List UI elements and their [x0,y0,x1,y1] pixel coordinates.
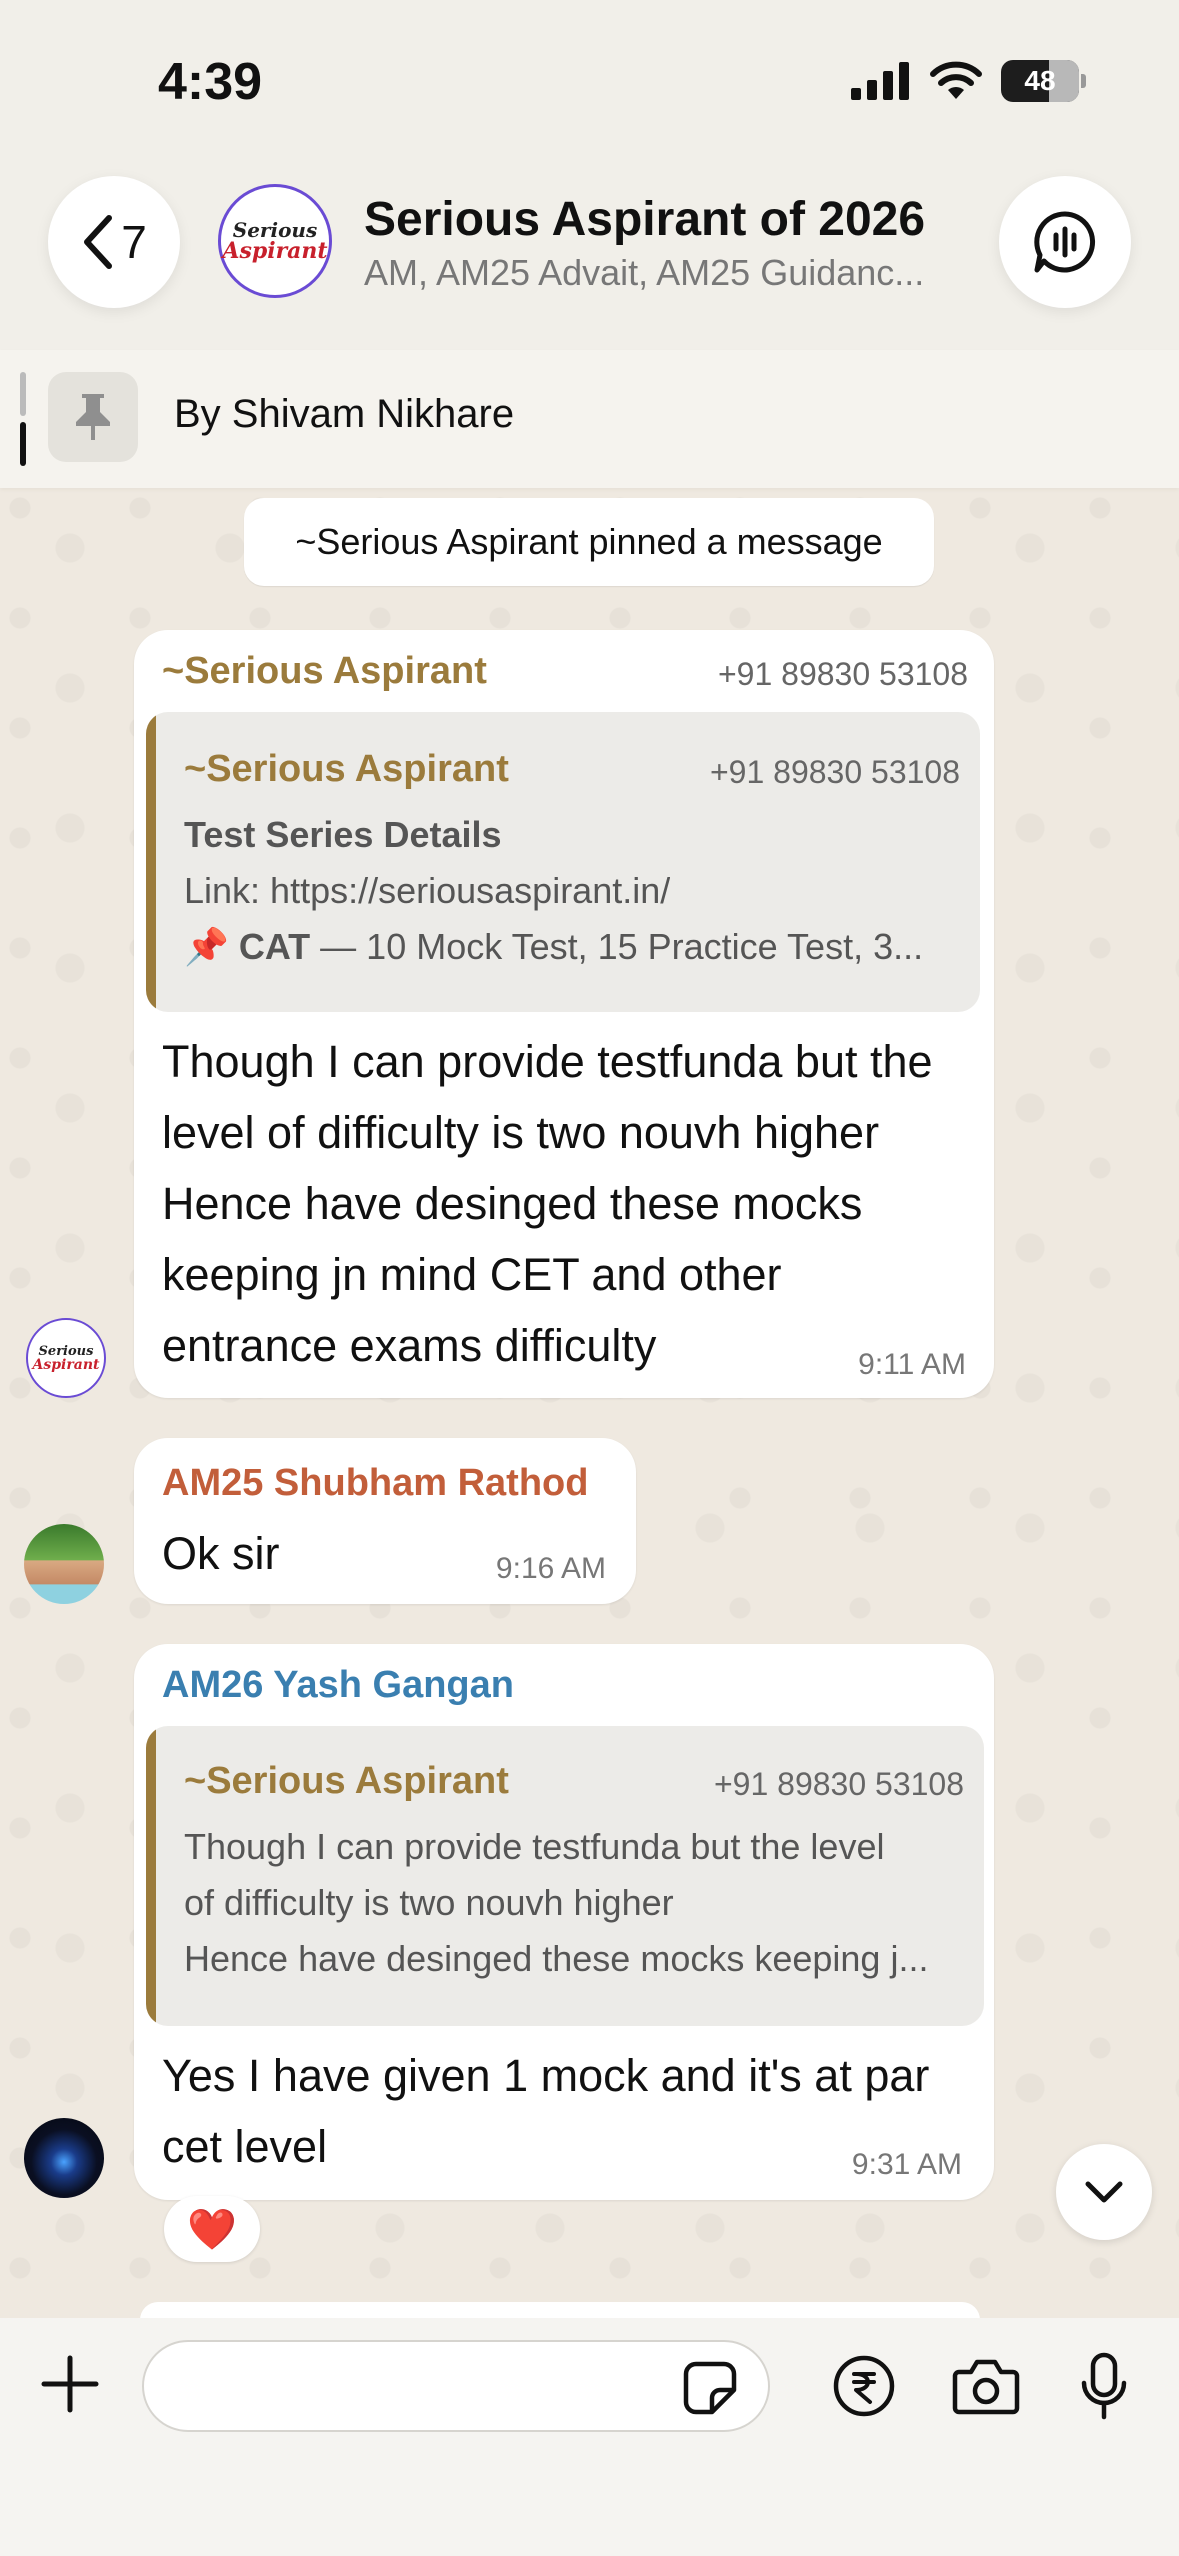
pinned-indicator [20,372,26,466]
quoted-line: 📌 CAT — 10 Mock Test, 15 Practice Test, … [184,926,924,967]
message-bubble[interactable]: ~Serious Aspirant +91 89830 53108 ~Serio… [134,630,994,1398]
quoted-message[interactable]: ~Serious Aspirant +91 89830 53108 Test S… [146,712,980,1012]
sender-name: AM26 Yash Gangan [162,1664,514,1706]
wifi-icon [930,61,982,99]
sender-avatar[interactable] [24,1524,104,1604]
pinned-message-text: By Shivam Nikhare [174,392,515,436]
voice-message-button[interactable] [1068,2350,1140,2422]
unread-count: 7 [121,216,147,268]
attach-button[interactable] [34,2348,106,2420]
battery-indicator: 48 [1001,60,1086,102]
battery-level: 48 [1024,65,1056,96]
message-time: 9:31 AM [851,2148,962,2181]
pin-icon-box [48,372,138,462]
microphone-icon [1081,2352,1127,2420]
quoted-phone: +91 89830 53108 [709,754,960,790]
quoted-sender: ~Serious Aspirant [184,1760,509,1802]
sender-avatar[interactable] [24,2118,104,2198]
group-title[interactable]: Serious Aspirant of 2026 [364,192,925,247]
camera-icon [952,2359,1020,2415]
message-time: 9:11 AM [858,1348,966,1381]
payment-button[interactable] [828,2350,900,2422]
quoted-phone: +91 89830 53108 [713,1766,964,1802]
quoted-title: Test Series Details [184,814,502,855]
message-bubble[interactable]: AM25 Shubham Rathod Ok sir 9:16 AM [134,1438,636,1604]
back-chevron-icon [84,215,113,269]
avatar-text-line2: Aspirant [32,1356,100,1373]
plus-icon [41,2355,99,2413]
avatar-text-line1: Serious [232,218,318,242]
heart-emoji: ❤️ [187,2207,237,2252]
rupee-icon [833,2355,895,2417]
message-time: 9:16 AM [495,1552,606,1585]
chat-header: 7 Serious Aspirant Serious Aspirant of 2… [0,160,1179,320]
quoted-message[interactable]: ~Serious Aspirant +91 89830 53108 Though… [146,1726,984,2026]
sender-name: ~Serious Aspirant [162,650,487,692]
camera-button[interactable] [950,2350,1022,2422]
quoted-line: Though I can provide testfunda but the l… [184,1826,885,1867]
status-icons: 48 [851,60,1086,102]
group-avatar[interactable]: Serious Aspirant [218,184,332,298]
message-bubble[interactable]: AM26 Yash Gangan ~Serious Aspirant +91 8… [134,1644,994,2200]
pinned-message-bar[interactable]: By Shivam Nikhare [0,350,1179,488]
scroll-to-bottom-button[interactable] [1056,2144,1152,2240]
sender-phone: +91 89830 53108 [717,656,968,692]
status-time: 4:39 [158,53,263,111]
pin-emoji: 📌 [184,926,229,967]
quoted-line: of difficulty is two nouvh higher [184,1882,674,1923]
sticker-icon[interactable] [682,2360,738,2416]
message-text: Ok sir [162,1528,280,1579]
message-text: Though I can provide testfunda but the l… [162,1036,933,1371]
voice-chat-icon [1034,211,1096,273]
back-button[interactable]: 7 [48,176,180,308]
quoted-line: Hence have desinged these mocks keeping … [184,1938,929,1979]
sender-name: AM25 Shubham Rathod [162,1462,589,1504]
avatar-text-line2: Aspirant [222,238,328,264]
quoted-link: Link: https://seriousaspirant.in/ [184,870,671,911]
chevron-down-icon [1085,2181,1123,2203]
message-input[interactable] [142,2340,770,2432]
reaction-badge[interactable]: ❤️ [164,2196,260,2262]
message-text: Yes I have given 1 mock and it's at par … [162,2050,930,2172]
group-members[interactable]: AM, AM25 Advait, AM25 Guidanc... [364,252,964,294]
system-message: ~Serious Aspirant pinned a message [244,498,934,586]
quoted-sender: ~Serious Aspirant [184,748,509,790]
avatar-text-line1: Serious [38,1343,94,1359]
signal-icon [851,62,909,100]
pin-icon [76,394,110,440]
sender-avatar[interactable]: Serious Aspirant [26,1318,106,1398]
voice-chat-button[interactable] [999,176,1131,308]
